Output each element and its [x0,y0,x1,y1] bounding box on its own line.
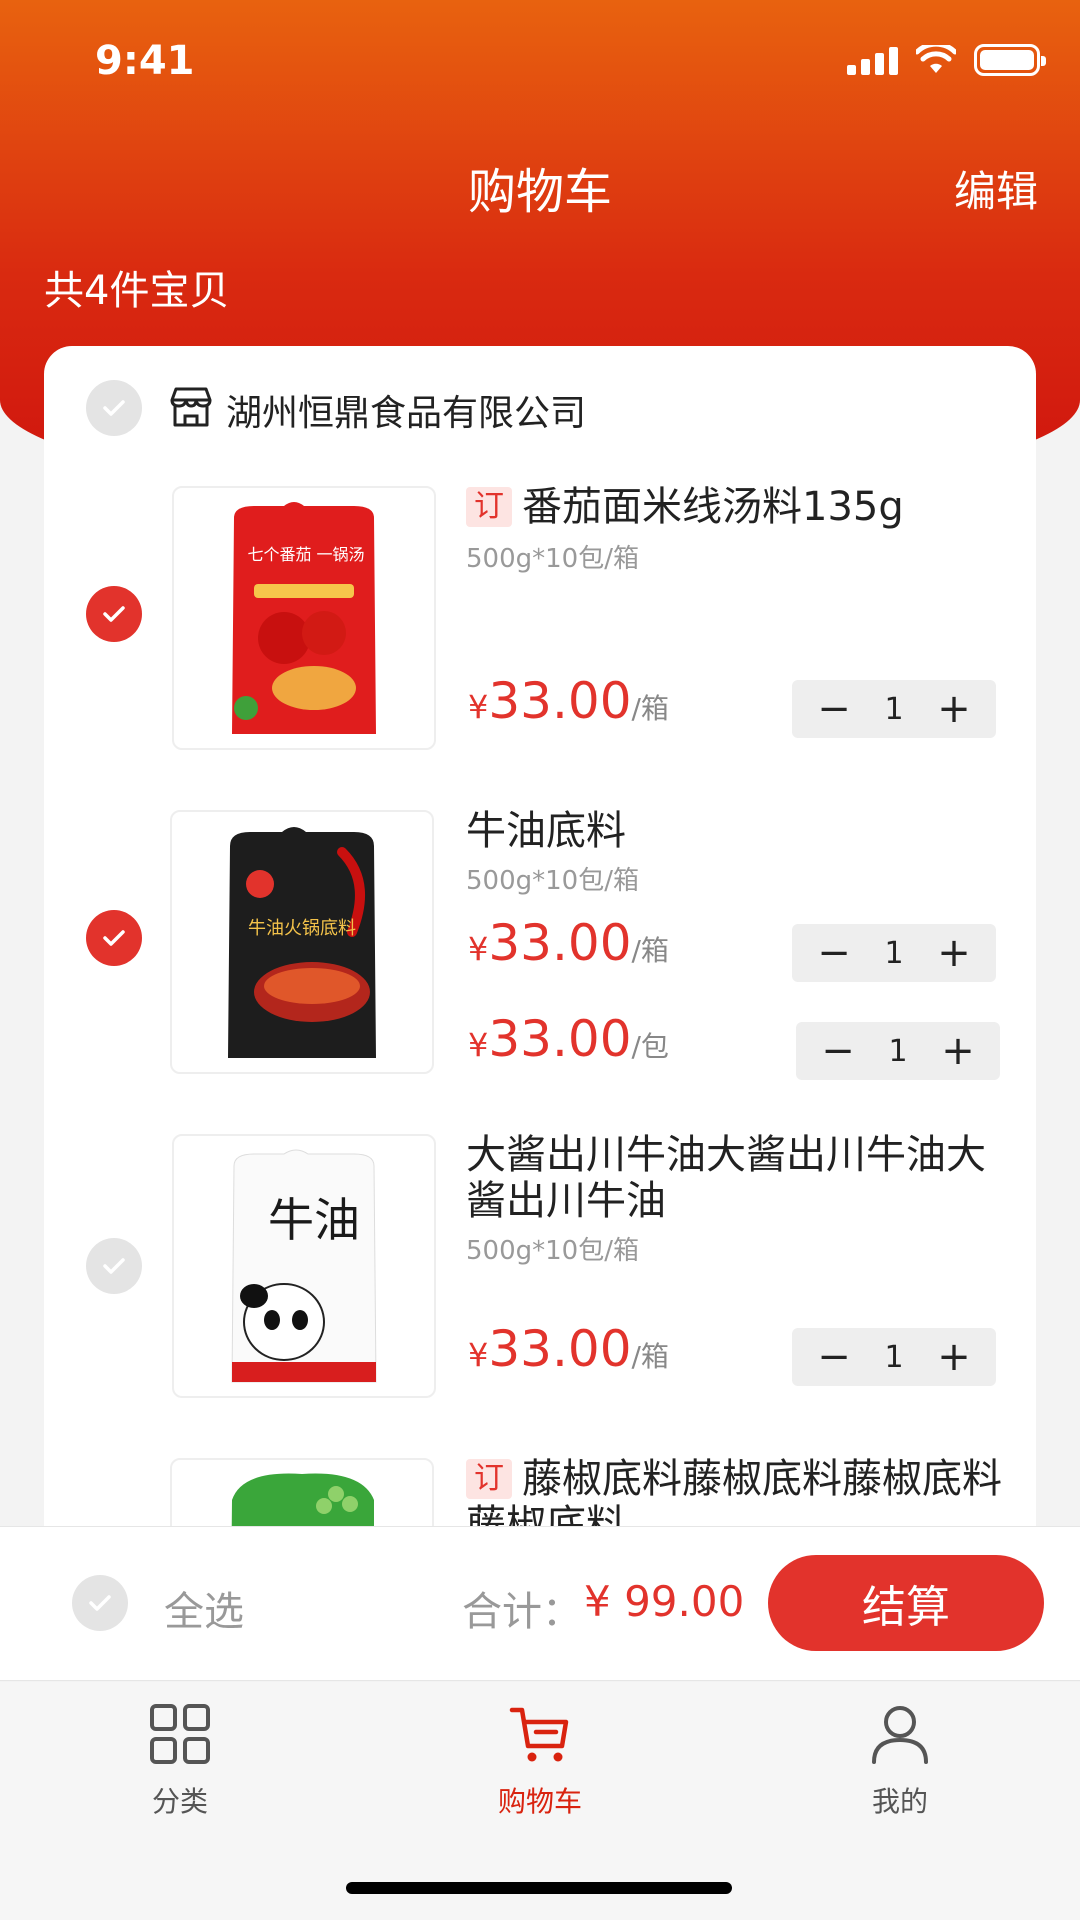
cart-item: 订藤椒底料藤椒底料藤椒底料藤椒底料 [44,1456,1036,1526]
price-value: 33.00 [488,672,632,730]
package-label: 七个番茄 一锅汤 [247,545,364,564]
select-all-checkbox[interactable] [72,1575,128,1631]
shop-name[interactable]: 湖州恒鼎食品有限公司 [226,384,586,436]
product-title-text: 番茄面米线汤料135g [522,484,904,530]
select-all-label[interactable]: 全选 [164,1579,244,1637]
grid-icon [150,1704,210,1764]
tab-profile[interactable]: 我的 [800,1702,1000,1820]
product-title-text: 藤椒底料藤椒底料藤椒底料藤椒底料 [466,1456,1002,1526]
store-icon [170,387,212,427]
quantity-stepper: − 1 + [792,680,996,738]
price-currency: ¥ [468,930,489,968]
quantity-value[interactable]: 1 [884,1340,903,1375]
decrease-button[interactable]: − [820,1022,856,1080]
tab-label: 我的 [871,1785,928,1818]
decrease-button[interactable]: − [816,1328,852,1386]
edit-button[interactable]: 编辑 [954,158,1038,219]
cart-card: 湖州恒鼎食品有限公司 七个番茄 一锅汤 订番茄面米线汤料135g 500g*10… [44,346,1036,1526]
price-value: 33.00 [488,1320,632,1378]
quantity-value[interactable]: 1 [884,936,903,971]
price-currency: ¥ [468,688,489,726]
price-currency: ¥ [468,1336,489,1374]
product-title[interactable]: 牛油底料 [466,808,1006,854]
checkmark-icon [103,606,125,622]
price-unit: /包 [631,1030,669,1063]
checkmark-icon [103,400,125,416]
checkmark-icon [89,1595,111,1611]
tab-cart[interactable]: 购物车 [440,1702,640,1820]
order-tag: 订 [466,1459,512,1499]
decrease-button[interactable]: − [816,924,852,982]
product-image[interactable]: 牛油火锅底料 [170,810,434,1074]
item-select-checkbox[interactable] [86,910,142,966]
product-spec: 500g*10包/箱 [466,1236,639,1266]
product-price: ¥33.00/包 [468,1010,669,1068]
price-unit: /箱 [631,1340,669,1373]
cart-item: 牛油火锅底料 牛油底料 500g*10包/箱 ¥33.00/箱 − 1 + ¥3… [44,808,1036,1090]
home-indicator [346,1882,732,1894]
increase-button[interactable]: + [936,680,972,738]
decrease-button[interactable]: − [816,680,852,738]
quantity-stepper: − 1 + [792,1328,996,1386]
price-unit: /箱 [631,692,669,725]
page-title: 购物车 [467,164,612,220]
product-price: ¥33.00/箱 [468,1320,669,1378]
tab-category[interactable]: 分类 [80,1702,280,1820]
battery-icon [974,44,1046,76]
price-value: 33.00 [488,914,632,972]
checkmark-icon [103,1258,125,1274]
status-time: 9:41 [95,38,195,84]
product-spec: 500g*10包/箱 [466,866,639,896]
quantity-value[interactable]: 1 [884,692,903,727]
item-select-checkbox[interactable] [86,1238,142,1294]
quantity-stepper: − 1 + [792,924,996,982]
cellular-signal-icon [847,45,898,75]
tab-label: 分类 [151,1785,208,1818]
product-image[interactable] [170,1458,434,1526]
checkmark-icon [103,930,125,946]
total-label: 合计： [462,1589,582,1635]
package-label: 牛油 [268,1193,360,1247]
package-label: 牛油火锅底料 [248,918,356,939]
product-title[interactable]: 订藤椒底料藤椒底料藤椒底料藤椒底料 [466,1456,1006,1526]
product-title[interactable]: 大酱出川牛油大酱出川牛油大酱出川牛油 [466,1132,1006,1224]
product-package-image: 牛油火锅底料 [228,827,376,1058]
quantity-stepper: − 1 + [796,1022,1000,1080]
quantity-value[interactable]: 1 [888,1034,907,1069]
product-package-image: 七个番茄 一锅汤 [232,502,376,734]
product-image[interactable]: 牛油 [172,1134,436,1398]
shop-select-checkbox[interactable] [86,380,142,436]
product-price: ¥33.00/箱 [468,914,669,972]
cart-item: 七个番茄 一锅汤 订番茄面米线汤料135g 500g*10包/箱 ¥33.00/… [44,484,1036,766]
product-image[interactable]: 七个番茄 一锅汤 [172,486,436,750]
cart-count-label: 共4件宝贝 [44,268,230,314]
price-currency: ¥ [468,1026,489,1064]
total-value: ¥ 99.00 [584,1577,745,1626]
wifi-icon [916,45,956,73]
user-icon [872,1706,928,1764]
product-spec: 500g*10包/箱 [466,544,639,574]
status-bar: 9:41 [0,0,1080,120]
product-price: ¥33.00/箱 [468,672,669,730]
checkout-bar: 全选 合计： ¥ 99.00 结算 [0,1526,1080,1681]
price-unit: /箱 [631,934,669,967]
product-package-image: 牛油 [231,1149,377,1383]
item-select-checkbox[interactable] [86,586,142,642]
status-icons [847,44,1046,76]
order-tag: 订 [466,487,512,527]
product-title[interactable]: 订番茄面米线汤料135g [466,484,1006,530]
price-value: 33.00 [488,1010,632,1068]
checkout-button[interactable]: 结算 [768,1555,1044,1651]
tab-label: 购物车 [497,1785,582,1818]
product-package-image [231,1473,374,1526]
increase-button[interactable]: + [936,1328,972,1386]
shop-row: 湖州恒鼎食品有限公司 [44,376,1036,440]
cart-icon [509,1707,569,1762]
increase-button[interactable]: + [940,1022,976,1080]
cart-item: 牛油 大酱出川牛油大酱出川牛油大酱出川牛油 500g*10包/箱 ¥33.00/… [44,1132,1036,1414]
increase-button[interactable]: + [936,924,972,982]
